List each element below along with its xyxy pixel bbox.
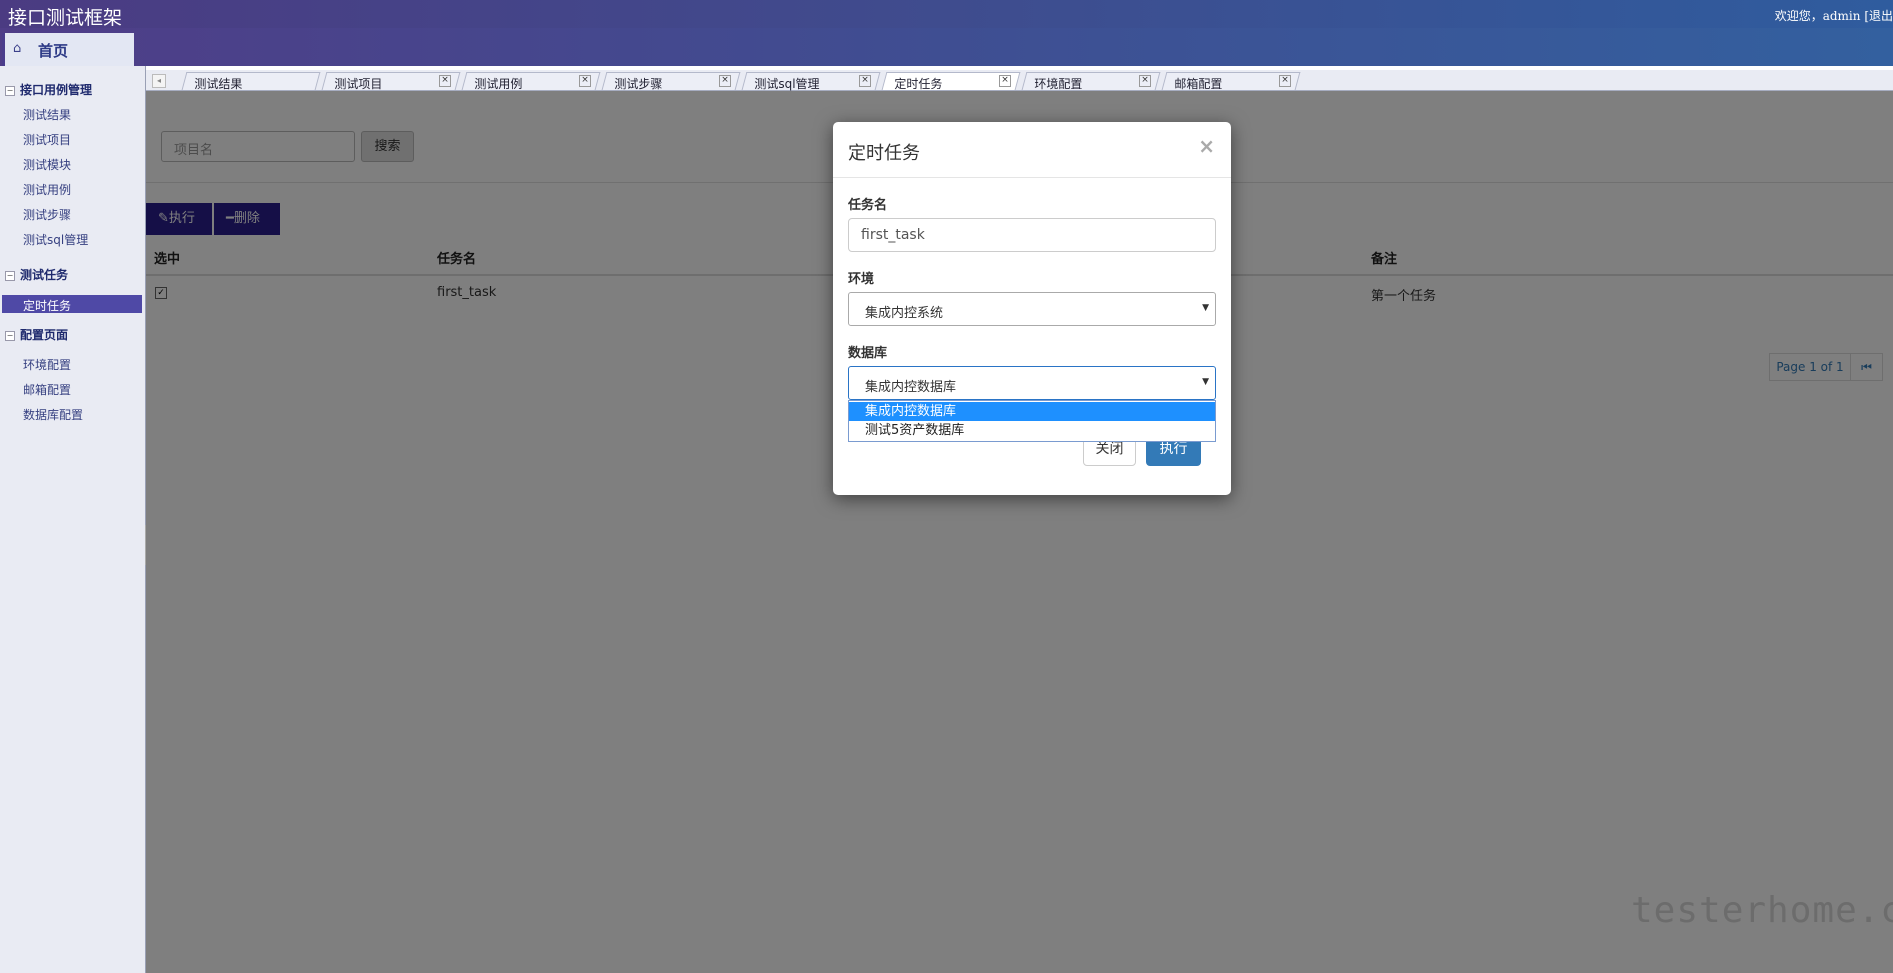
sidebar-group-test-tasks[interactable]: − 测试任务: [5, 266, 68, 283]
db-dropdown-list: 集成内控数据库 测试5资产数据库: [848, 400, 1216, 442]
sidebar-item-test-cases[interactable]: 测试用例: [23, 181, 71, 198]
close-icon[interactable]: ×: [719, 75, 731, 87]
close-icon[interactable]: ×: [1198, 134, 1215, 158]
close-icon[interactable]: ×: [859, 75, 871, 87]
home-tab[interactable]: ⌂ 首页: [2, 33, 134, 66]
tab-test-projects[interactable]: 测试项目 ×: [321, 72, 461, 91]
tab-env-config[interactable]: 环境配置 ×: [1021, 72, 1161, 91]
tab-scroll-left-icon[interactable]: ◂: [152, 74, 166, 88]
sidebar-item-test-results[interactable]: 测试结果: [23, 106, 71, 123]
tab-test-cases[interactable]: 测试用例 ×: [461, 72, 601, 91]
sidebar-item-test-sql[interactable]: 测试sql管理: [23, 231, 88, 248]
close-icon[interactable]: ×: [999, 75, 1011, 87]
app-header: 接口测试框架 欢迎您，admin [退出: [0, 0, 1893, 29]
dropdown-arrow-icon: ▼: [1202, 303, 1209, 313]
sidebar-item-test-steps[interactable]: 测试步骤: [23, 206, 71, 223]
sidebar-item-test-modules[interactable]: 测试模块: [23, 156, 71, 173]
welcome-text[interactable]: 欢迎您，admin [退出: [1775, 7, 1893, 24]
sidebar-item-db-config[interactable]: 数据库配置: [23, 406, 83, 423]
close-icon[interactable]: ×: [1139, 75, 1151, 87]
env-label: 环境: [848, 272, 875, 287]
home-icon: ⌂: [13, 41, 22, 56]
sidebar-group-config[interactable]: − 配置页面: [5, 326, 68, 343]
dialog-title: 定时任务: [848, 143, 920, 164]
close-icon[interactable]: ×: [1279, 75, 1291, 87]
task-name-input[interactable]: first_task: [848, 218, 1216, 252]
collapse-icon: −: [5, 331, 15, 341]
scheduled-task-dialog: 定时任务 × 任务名 first_task 环境 集成内控系统 ▼ 数据库 集成…: [833, 122, 1231, 495]
tab-email-config[interactable]: 邮箱配置 ×: [1161, 72, 1301, 91]
sidebar-item-scheduled-task[interactable]: 定时任务: [2, 295, 142, 313]
db-option[interactable]: 集成内控数据库: [849, 402, 1215, 421]
close-icon[interactable]: ×: [439, 75, 451, 87]
tab-test-results[interactable]: 测试结果: [181, 72, 321, 91]
nav-band: [0, 28, 1893, 66]
sidebar-group-api-case[interactable]: − 接口用例管理: [5, 81, 92, 98]
sidebar-item-email-config[interactable]: 邮箱配置: [23, 381, 71, 398]
app-title: 接口测试框架: [8, 7, 123, 29]
dropdown-arrow-icon: ▼: [1202, 377, 1209, 387]
tab-test-steps[interactable]: 测试步骤 ×: [601, 72, 741, 91]
sidebar-item-test-projects[interactable]: 测试项目: [23, 131, 71, 148]
sidebar-item-env-config[interactable]: 环境配置: [23, 356, 71, 373]
dialog-header-divider: [833, 177, 1231, 178]
db-select[interactable]: 集成内控数据库 ▼: [848, 366, 1216, 400]
tab-scheduled-task[interactable]: 定时任务 ×: [881, 72, 1021, 91]
collapse-icon: −: [5, 86, 15, 96]
close-icon[interactable]: ×: [579, 75, 591, 87]
sidebar: − 接口用例管理 测试结果 测试项目 测试模块 测试用例 测试步骤 测试sql管理…: [0, 66, 146, 973]
task-name-label: 任务名: [848, 198, 888, 213]
tab-test-sql[interactable]: 测试sql管理 ×: [741, 72, 881, 91]
env-select[interactable]: 集成内控系统 ▼: [848, 292, 1216, 326]
db-label: 数据库: [848, 346, 888, 361]
home-tab-label: 首页: [38, 42, 69, 60]
collapse-icon: −: [5, 271, 15, 281]
db-option[interactable]: 测试5资产数据库: [849, 421, 1215, 440]
